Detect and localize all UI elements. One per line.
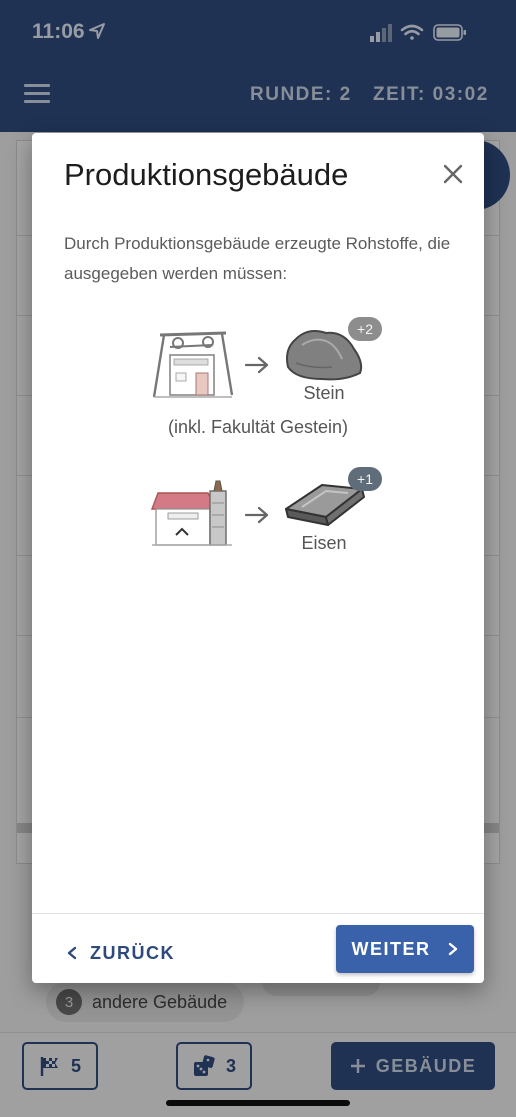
close-icon[interactable]: [442, 163, 464, 185]
stone-label: Stein: [303, 383, 345, 403]
iron-label: Eisen: [301, 533, 347, 553]
production-row-stone: +2 Stein: [32, 317, 484, 407]
production-row-iron: +1 Eisen: [32, 467, 484, 557]
iron-amount-badge: +1: [348, 467, 382, 491]
arrow-right-icon: [244, 356, 269, 374]
back-button[interactable]: ZURÜCK: [66, 937, 175, 969]
chevron-left-icon: [67, 946, 77, 960]
faculty-note: (inkl. Fakultät Gestein): [167, 417, 349, 437]
stone-amount-badge: +2: [348, 317, 382, 341]
next-label: WEITER: [351, 938, 431, 959]
chevron-right-icon: [448, 942, 457, 956]
smelter-building-image: [150, 480, 232, 546]
back-label: ZURÜCK: [90, 942, 175, 963]
production-dialog: Produktionsgebäude Durch Produktionsgebä…: [32, 133, 484, 983]
dialog-title: Produktionsgebäude: [64, 157, 349, 192]
mine-building-image: [152, 331, 234, 398]
next-button[interactable]: WEITER: [336, 925, 474, 973]
dialog-divider: [32, 913, 484, 914]
dialog-description: Durch Produktionsgebäude erzeugte Rohsto…: [64, 234, 451, 283]
arrow-right-icon: [244, 506, 269, 524]
